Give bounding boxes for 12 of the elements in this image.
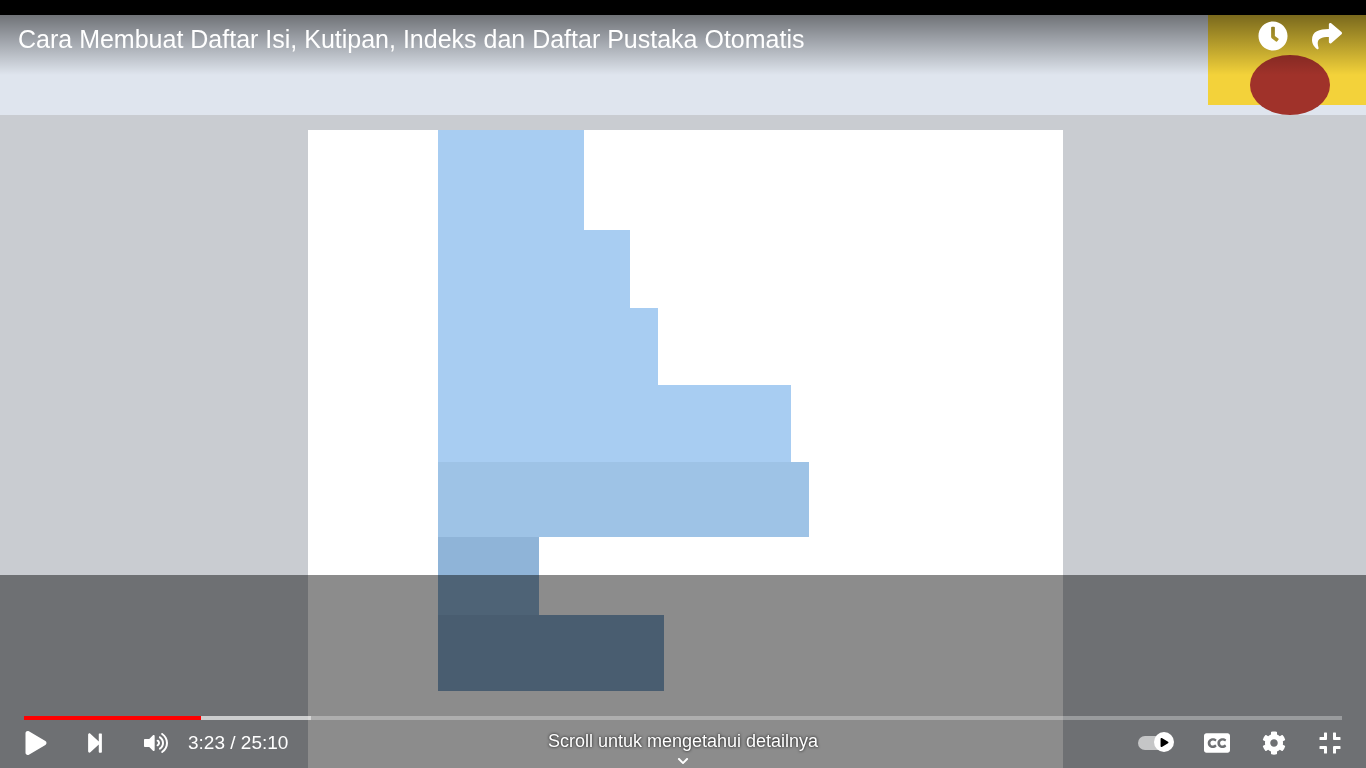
time-display: 3:23 / 25:10 [188,730,289,755]
scroll-hint[interactable]: Scroll untuk mengetahui detailnya [547,728,819,755]
share-icon[interactable] [1312,21,1342,51]
exit-fullscreen-icon[interactable] [1318,731,1342,755]
settings-icon[interactable] [1262,731,1286,755]
play-icon [1159,737,1169,747]
play-icon[interactable] [24,731,48,755]
chevron-down-icon[interactable] [677,755,689,767]
subtitles-icon[interactable] [1204,730,1230,756]
volume-icon[interactable] [144,731,168,755]
watch-later-icon[interactable] [1258,21,1288,51]
progress-track[interactable] [24,716,1342,720]
